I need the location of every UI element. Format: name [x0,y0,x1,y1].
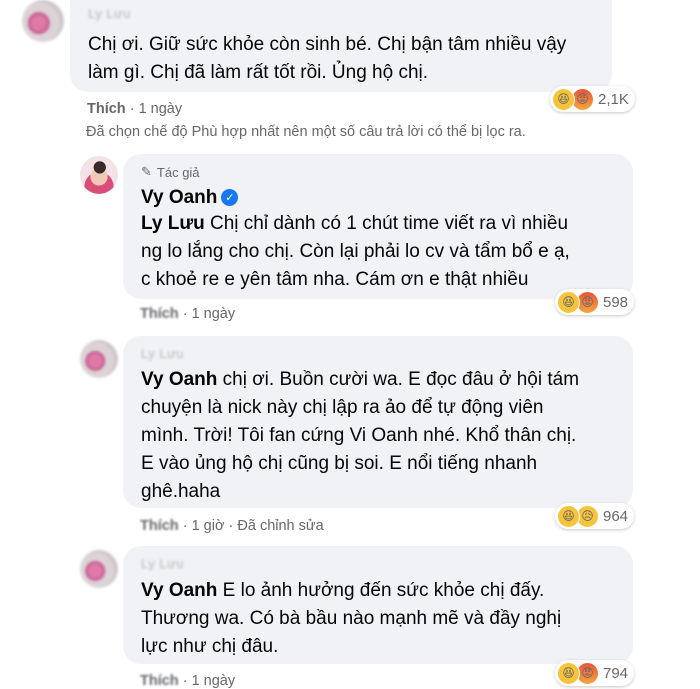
avatar[interactable] [22,0,64,42]
comment-bubble: Ly Lưu Vy Oanh E lo ảnh hưởng đến sức kh… [123,546,633,664]
comment-time[interactable]: 1 ngày [139,101,183,117]
comment-bubble: Ly Lưu Chị ơi. Giữ sức khỏe còn sinh bé.… [70,0,612,92]
avatar[interactable] [80,156,118,194]
avatar[interactable] [80,550,118,588]
mention-link[interactable]: Vy Oanh [141,580,217,601]
like-button[interactable]: Thích [87,101,126,117]
comment-text-line: Vy Oanh chị ơi. Buồn cười wa. E đọc đâu … [141,366,579,394]
haha-reaction-icon: 😆 [552,87,575,111]
verified-badge-icon: ✓ [221,189,239,207]
comment-text-line: ghê.haha [141,481,221,502]
separator: · [129,101,135,117]
comment-author[interactable]: Vy Oanh ✓ [141,187,239,209]
comment-actions: Thích · 1 ngày [140,306,235,322]
haha-reaction-icon: 😆 [557,661,580,685]
reaction-summary[interactable]: 😆 😡 794 [555,660,635,686]
comment-time[interactable]: 1 ngày [192,673,236,689]
comment-text-line: Chị ơi. Giữ sức khỏe còn sinh bé. Chị bậ… [88,34,567,55]
pen-icon: ✎ [141,164,152,179]
mention-link[interactable]: Vy Oanh [141,369,217,390]
reaction-count: 598 [603,293,629,311]
like-button[interactable]: Thích [140,306,179,322]
like-button[interactable]: Thích [140,518,179,534]
separator: · [182,518,188,534]
haha-reaction-icon: 😆 [557,290,580,314]
comment-text-line: Thương wa. Có bà bầu nào mạnh mẽ và đầy … [141,608,562,629]
comment-text-line: làm gì. Chị đã làm rất tốt rồi. Ủng hộ c… [88,62,429,83]
haha-reaction-icon: 😆 [557,504,580,528]
separator: · [228,518,234,534]
comment-author[interactable]: Ly Lưu [141,346,184,361]
reaction-summary[interactable]: 😆 😡 598 [555,289,635,315]
comment-text-line: Ly Lưu Chị chỉ dành có 1 chút time viết … [141,210,568,238]
comment-text: chị ơi. Buồn cười wa. E đọc đâu ở hội tá… [217,369,580,390]
comment-actions: Thích · 1 ngày [87,101,182,117]
comment-text-line: c khoẻ re e yên tâm nha. Cám ơn e thật n… [141,269,529,290]
reaction-count: 2,1K [598,90,629,108]
comment-author[interactable]: Ly Lưu [88,6,131,21]
edited-label: Đã chỉnh sửa [237,518,324,534]
reaction-count: 794 [603,664,629,682]
comment-text: Chị chỉ dành có 1 chút time viết ra vì n… [204,213,569,234]
avatar[interactable] [80,340,118,378]
like-button[interactable]: Thích [140,673,179,689]
comment-time[interactable]: 1 giờ [192,518,225,534]
comment-actions: Thích · 1 giờ · Đã chỉnh sửa [140,518,324,534]
comment-text-line: E vào ủng hộ chị cũng bị soi. E nổi tiến… [141,453,538,474]
comment-author[interactable]: Ly Lưu [141,556,184,571]
comment-text-line: ng lo lắng cho chị. Còn lại phải lo cv v… [141,241,570,262]
mention-link[interactable]: Ly Lưu [141,213,205,234]
comment-actions: Thích · 1 ngày [140,673,235,689]
reaction-summary[interactable]: 😆 😥 964 [555,503,635,529]
comment-time[interactable]: 1 ngày [192,306,236,322]
author-name[interactable]: Vy Oanh [141,187,217,208]
comment-text-line: mình. Trời! Tôi fan cứng Vi Oanh nhé. Kh… [141,425,577,446]
comment-text-line: lực như chị đâu. [141,636,279,657]
comment-text-line: chuyện là nick này chị lập ra ảo để tự đ… [141,397,544,418]
author-badge-label: Tác giả [156,164,200,180]
comment-bubble: ✎ Tác giả Vy Oanh ✓ Ly Lưu Chị chỉ dành c… [123,154,633,299]
separator: · [182,673,188,689]
author-badge: ✎ Tác giả [141,164,200,180]
comment-bubble: Ly Lưu Vy Oanh chị ơi. Buồn cười wa. E đ… [123,336,633,508]
comment-text: E lo ảnh hưởng đến sức khỏe chị đấy. [217,580,545,601]
filter-notice: Đã chọn chế độ Phù hợp nhất nên một số c… [86,124,526,140]
reaction-summary[interactable]: 😆 😡 2,1K [550,86,635,112]
reaction-count: 964 [603,507,629,525]
separator: · [182,306,188,322]
comment-text-line: Vy Oanh E lo ảnh hưởng đến sức khỏe chị … [141,577,544,605]
